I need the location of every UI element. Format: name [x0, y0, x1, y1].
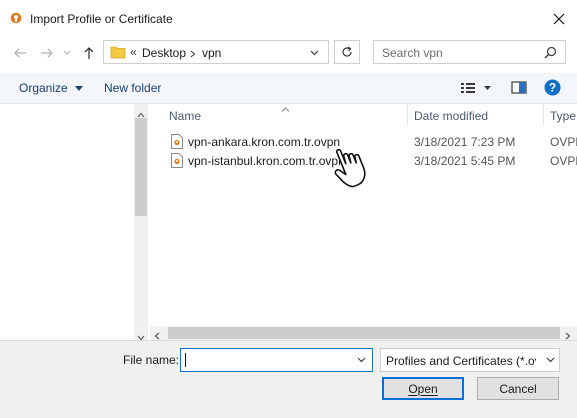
close-icon: [553, 13, 565, 25]
window-title: Import Profile or Certificate: [30, 12, 173, 26]
back-arrow-icon: [14, 48, 26, 58]
hand-pointer-icon: [334, 145, 378, 191]
svg-text:?: ?: [549, 81, 556, 95]
breadcrumb-chevrons[interactable]: «: [130, 45, 137, 59]
column-header-row: [150, 104, 577, 128]
navigation-pane-scroll-thumb[interactable]: [135, 118, 147, 216]
column-name[interactable]: Name: [169, 109, 201, 123]
column-date-modified[interactable]: Date modified: [414, 109, 488, 123]
cancel-button[interactable]: Cancel: [477, 377, 559, 400]
file-date: 3/18/2021 7:23 PM: [414, 135, 516, 149]
chevron-down-icon: [63, 50, 71, 55]
breadcrumb-desktop[interactable]: Desktop: [142, 46, 186, 60]
view-options-icon: [461, 83, 491, 93]
file-name: vpn-ankara.kron.com.tr.ovpn: [188, 135, 341, 149]
close-button[interactable]: [548, 8, 570, 30]
column-divider[interactable]: [543, 104, 544, 126]
folder-icon: [110, 46, 126, 59]
navigation-pane[interactable]: [0, 104, 134, 340]
back-button[interactable]: [11, 44, 29, 62]
recent-locations-button[interactable]: [61, 44, 73, 62]
new-folder-button[interactable]: New folder: [104, 81, 161, 95]
breadcrumb-separator-icon: [190, 50, 196, 58]
refresh-icon: [342, 46, 352, 57]
file-name-label: File name:: [123, 353, 180, 367]
help-button[interactable]: ?: [544, 79, 561, 96]
forward-arrow-icon: [41, 48, 53, 58]
ovpn-file-icon: [171, 134, 183, 149]
search-input[interactable]: [380, 45, 534, 61]
up-button[interactable]: [80, 44, 98, 62]
help-icon: ?: [544, 79, 561, 96]
preview-pane-icon: [511, 81, 527, 94]
text-caret: [185, 353, 186, 367]
up-arrow-icon: [84, 47, 94, 59]
openvpn-icon: [10, 12, 22, 24]
address-bar[interactable]: « Desktop vpn: [103, 40, 329, 64]
column-type[interactable]: Type: [550, 109, 576, 123]
change-view-button[interactable]: [460, 80, 494, 96]
file-name-dropdown-icon: [357, 357, 366, 363]
horizontal-scroll-thumb[interactable]: [168, 327, 560, 339]
search-icon: [544, 46, 557, 59]
filter-dropdown-icon: [546, 357, 555, 363]
refresh-button[interactable]: [334, 40, 360, 64]
column-divider[interactable]: [407, 104, 408, 126]
organize-label: Organize: [19, 81, 68, 95]
address-dropdown-icon: [310, 50, 319, 56]
open-button[interactable]: Open: [382, 377, 464, 400]
open-label: Open: [408, 381, 438, 396]
file-name: vpn-istanbul.kron.com.tr.ovpn: [188, 154, 345, 168]
sort-ascending-icon: [281, 101, 290, 115]
ovpn-file-icon: [171, 153, 183, 168]
forward-button[interactable]: [38, 44, 56, 62]
file-type: OVPN: [550, 135, 577, 149]
search-box[interactable]: [373, 40, 566, 64]
file-name-field[interactable]: [180, 348, 373, 372]
file-type: OVPN: [550, 154, 577, 168]
organize-dropdown-icon: [75, 85, 84, 91]
file-type-filter-value: Profiles and Certificates (*.ovpr: [386, 354, 536, 368]
breadcrumb-vpn[interactable]: vpn: [202, 46, 221, 60]
file-date: 3/18/2021 5:45 PM: [414, 154, 516, 168]
file-type-filter[interactable]: Profiles and Certificates (*.ovpr: [380, 348, 560, 372]
organize-button[interactable]: Organize: [19, 81, 84, 95]
cancel-label: Cancel: [499, 381, 537, 396]
preview-pane-button[interactable]: [511, 81, 527, 94]
